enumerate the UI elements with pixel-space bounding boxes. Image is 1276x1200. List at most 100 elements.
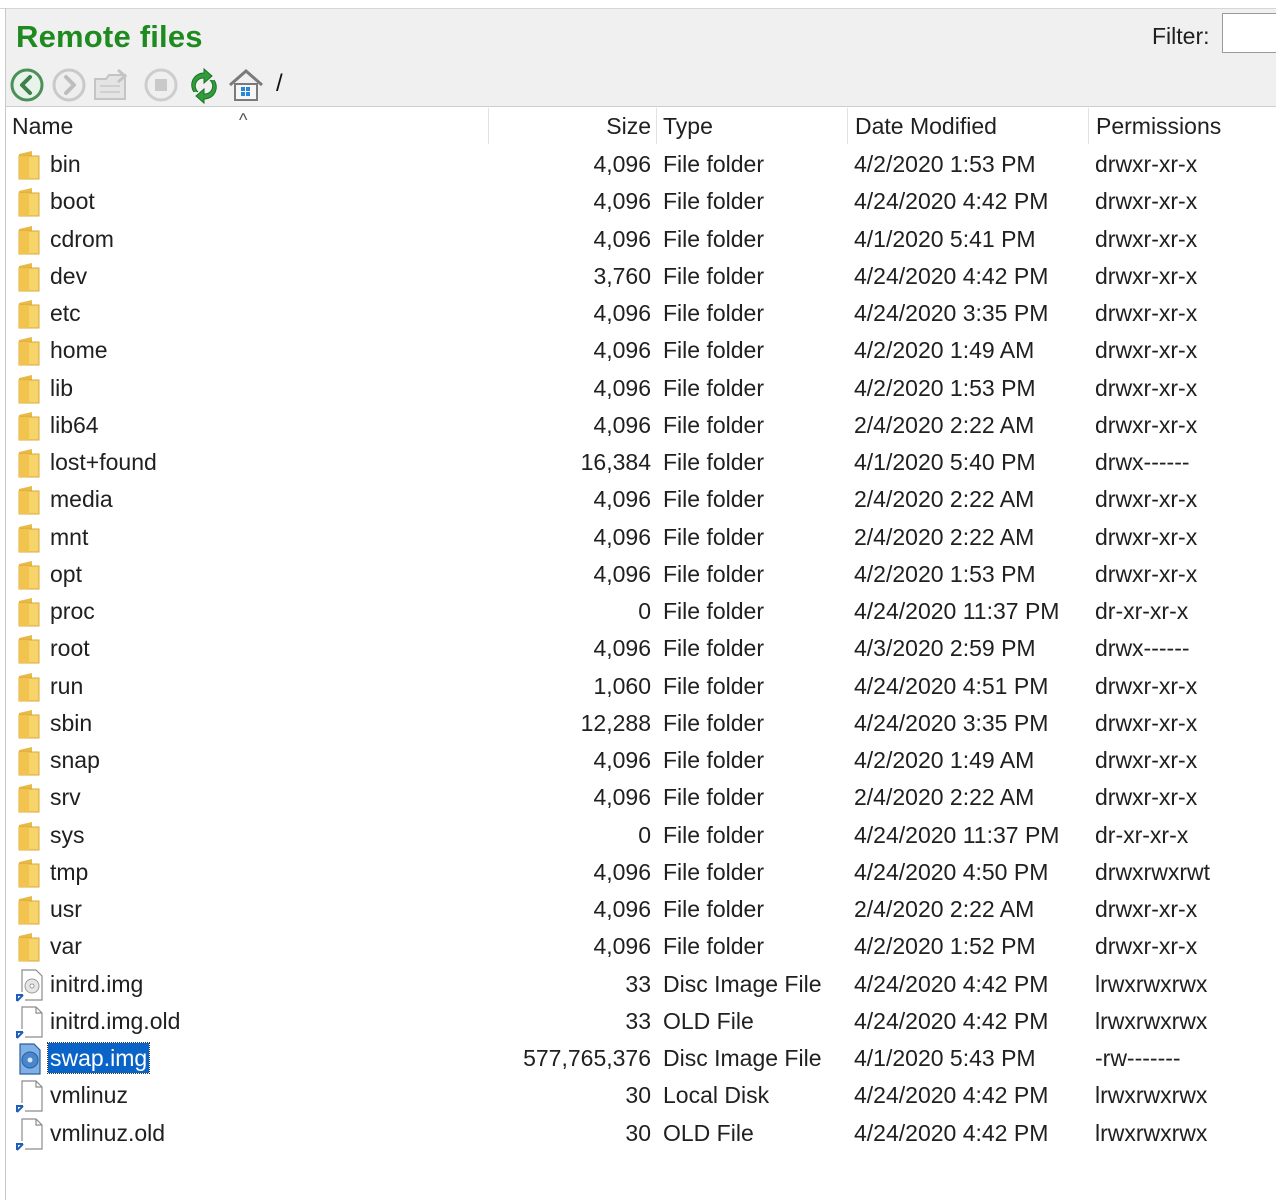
file-row[interactable]: media 4,096 File folder 2/4/2020 2:22 AM drw… xyxy=(6,481,1276,518)
file-permissions: drwxr-xr-x xyxy=(1095,747,1198,773)
file-row[interactable]: vmlinuz.old 30 OLD File 4/24/2020 4:42 PM lr… xyxy=(6,1115,1276,1152)
refresh-icon xyxy=(191,67,217,105)
folder-icon xyxy=(15,632,45,666)
folder-icon xyxy=(15,409,45,443)
current-path[interactable]: / xyxy=(276,70,283,98)
file-type: File folder xyxy=(663,858,764,885)
file-row[interactable]: bin 4,096 File folder 4/2/2020 1:53 PM drwxr… xyxy=(6,146,1276,183)
file-row[interactable]: root 4,096 File folder 4/3/2020 2:59 PM drwx… xyxy=(6,630,1276,667)
file-row[interactable]: mnt 4,096 File folder 2/4/2020 2:22 AM drwxr… xyxy=(6,519,1276,556)
file-row[interactable]: etc 4,096 File folder 4/24/2020 3:35 PM drwx… xyxy=(6,295,1276,332)
column-header-row: Name ^ Size Type Date Modified Permissio… xyxy=(6,108,1276,146)
file-size: 4,096 xyxy=(593,896,651,922)
file-date-modified: 2/4/2020 2:22 AM xyxy=(854,784,1035,811)
folder-icon xyxy=(15,670,45,704)
column-header-size[interactable]: Size xyxy=(606,113,651,140)
back-button[interactable] xyxy=(8,66,46,104)
file-type: File folder xyxy=(663,300,764,326)
file-permissions: drwxr-xr-x xyxy=(1095,188,1198,215)
folder-up-icon xyxy=(94,68,128,100)
folder-icon xyxy=(15,446,45,480)
file-type: File folder xyxy=(663,747,764,773)
file-row[interactable]: var 4,096 File folder 4/2/2020 1:52 PM drwxr… xyxy=(6,928,1276,965)
file-name: run xyxy=(50,672,84,699)
file-type: File folder xyxy=(663,411,764,438)
file-size: 4,096 xyxy=(593,747,651,773)
file-type: File folder xyxy=(663,933,764,960)
file-row[interactable]: opt 4,096 File folder 4/2/2020 1:53 PM drwxr… xyxy=(6,556,1276,593)
file-type: Disc Image File xyxy=(663,970,822,997)
column-divider[interactable] xyxy=(488,108,489,144)
file-type: File folder xyxy=(663,449,764,475)
file-permissions: drwxr-xr-x xyxy=(1095,262,1198,289)
file-row[interactable]: sbin 12,288 File folder 4/24/2020 3:35 PM dr… xyxy=(6,705,1276,742)
file-permissions: drwxr-xr-x xyxy=(1095,411,1198,438)
folder-icon xyxy=(15,930,45,964)
disc-image-icon xyxy=(15,1042,45,1076)
file-date-modified: 4/3/2020 2:59 PM xyxy=(854,635,1036,662)
file-row[interactable]: sys 0 File folder 4/24/2020 11:37 PM dr-xr-x… xyxy=(6,817,1276,854)
column-header-date[interactable]: Date Modified xyxy=(855,113,997,140)
file-date-modified: 4/2/2020 1:53 PM xyxy=(854,374,1036,401)
stop-button[interactable] xyxy=(142,66,180,104)
file-name: media xyxy=(50,486,113,513)
file-date-modified: 4/2/2020 1:49 AM xyxy=(854,337,1035,364)
file-type: File folder xyxy=(663,337,764,364)
file-date-modified: 4/24/2020 4:42 PM xyxy=(854,970,1049,997)
file-row[interactable]: vmlinuz 30 Local Disk 4/24/2020 4:42 PM lrwx… xyxy=(6,1077,1276,1114)
file-date-modified: 4/1/2020 5:43 PM xyxy=(854,1045,1036,1071)
file-permissions: drwxr-xr-x xyxy=(1095,374,1198,401)
file-date-modified: 4/24/2020 4:42 PM xyxy=(854,1007,1049,1034)
file-row[interactable]: tmp 4,096 File folder 4/24/2020 4:50 PM drwx… xyxy=(6,854,1276,891)
file-row[interactable]: lost+found 16,384 File folder 4/1/2020 5:40… xyxy=(6,444,1276,481)
file-row[interactable]: proc 0 File folder 4/24/2020 11:37 PM dr-xr-… xyxy=(6,593,1276,630)
home-button[interactable] xyxy=(226,66,264,104)
file-row[interactable]: swap.img 577,765,376 Disc Image File 4/1/20… xyxy=(6,1040,1276,1077)
folder-up-button[interactable] xyxy=(92,66,130,104)
file-name: lib xyxy=(50,374,74,401)
file-name: bin xyxy=(50,151,81,177)
file-row[interactable]: boot 4,096 File folder 4/24/2020 4:42 PM drw… xyxy=(6,183,1276,220)
file-type: Local Disk xyxy=(663,1082,770,1109)
file-row[interactable]: srv 4,096 File folder 2/4/2020 2:22 AM drwxr… xyxy=(6,779,1276,816)
file-row[interactable]: cdrom 4,096 File folder 4/1/2020 5:41 PM drw… xyxy=(6,221,1276,258)
file-date-modified: 4/24/2020 4:42 PM xyxy=(854,188,1049,215)
file-permissions: drwxrwxrwt xyxy=(1095,858,1210,885)
column-header-name[interactable]: Name xyxy=(12,113,73,140)
file-size: 1,060 xyxy=(593,672,651,699)
file-row[interactable]: usr 4,096 File folder 2/4/2020 2:22 AM drwxr… xyxy=(6,891,1276,928)
column-divider[interactable] xyxy=(847,108,848,144)
file-row[interactable]: lib64 4,096 File folder 2/4/2020 2:22 AM drw… xyxy=(6,407,1276,444)
file-permissions: drwxr-xr-x xyxy=(1095,151,1198,177)
column-divider[interactable] xyxy=(656,108,657,144)
file-type: File folder xyxy=(663,374,764,401)
file-name: srv xyxy=(50,784,81,811)
forward-button[interactable] xyxy=(50,66,88,104)
file-row[interactable]: initrd.img.old 33 OLD File 4/24/2020 4:42 P… xyxy=(6,1003,1276,1040)
file-size: 4,096 xyxy=(593,560,651,587)
file-row[interactable]: home 4,096 File folder 4/2/2020 1:49 AM drwx… xyxy=(6,332,1276,369)
column-header-type[interactable]: Type xyxy=(663,113,713,140)
file-size: 4,096 xyxy=(593,151,651,177)
file-permissions: drwxr-xr-x xyxy=(1095,933,1198,960)
file-name: swap.img xyxy=(46,1042,151,1074)
file-row[interactable]: snap 4,096 File folder 4/2/2020 1:49 AM drwx… xyxy=(6,742,1276,779)
file-row[interactable]: initrd.img 33 Disc Image File 4/24/2020 4:4… xyxy=(6,966,1276,1003)
file-date-modified: 2/4/2020 2:22 AM xyxy=(854,896,1035,922)
file-type: File folder xyxy=(663,225,764,252)
column-divider[interactable] xyxy=(1088,108,1089,144)
refresh-button[interactable] xyxy=(184,66,222,105)
column-header-permissions[interactable]: Permissions xyxy=(1096,113,1221,140)
file-row[interactable]: lib 4,096 File folder 4/2/2020 1:53 PM drwxr… xyxy=(6,370,1276,407)
file-name: root xyxy=(50,635,90,662)
file-row[interactable]: dev 3,760 File folder 4/24/2020 4:42 PM drwx… xyxy=(6,258,1276,295)
disc-image-shortcut-icon xyxy=(15,968,45,1002)
file-size: 4,096 xyxy=(593,784,651,811)
file-date-modified: 4/2/2020 1:49 AM xyxy=(854,747,1035,773)
folder-icon xyxy=(15,781,45,815)
stop-icon xyxy=(144,68,178,102)
file-size: 577,765,376 xyxy=(523,1045,651,1071)
file-row[interactable]: run 1,060 File folder 4/24/2020 4:51 PM drwx… xyxy=(6,668,1276,705)
filter-input[interactable] xyxy=(1222,13,1276,53)
folder-icon xyxy=(15,521,45,555)
